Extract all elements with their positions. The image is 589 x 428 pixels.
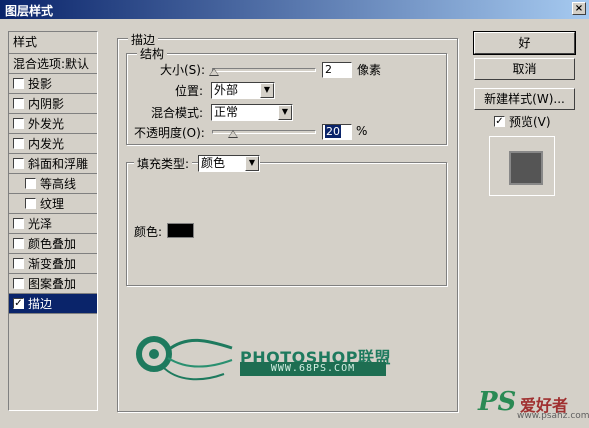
checkbox-icon[interactable] xyxy=(13,258,24,269)
style-item-label: 纹理 xyxy=(40,197,65,211)
opacity-input-value: 20 xyxy=(325,125,341,138)
style-item[interactable]: 内发光 xyxy=(9,134,97,154)
style-item[interactable]: 光泽 xyxy=(9,214,97,234)
checkbox-icon[interactable] xyxy=(13,218,24,229)
size-label: 大小(S): xyxy=(160,63,206,77)
watermark-ps: PS xyxy=(478,387,517,417)
style-list-header: 样式 xyxy=(9,32,97,54)
style-item-label: 描边 xyxy=(28,297,53,311)
checkbox-icon[interactable] xyxy=(13,78,24,89)
style-item[interactable]: 投影 xyxy=(9,74,97,94)
title-bar: 图层样式 × xyxy=(0,0,589,19)
fill-type-select[interactable]: 颜色 ▼ xyxy=(198,155,260,172)
opacity-slider-thumb[interactable] xyxy=(227,130,238,138)
checkbox-icon[interactable] xyxy=(13,238,24,249)
size-unit: 像素 xyxy=(357,63,382,77)
style-item-label: 颜色叠加 xyxy=(28,237,77,251)
position-select[interactable]: 外部 ▼ xyxy=(211,82,275,99)
blend-mode-label: 混合模式: xyxy=(151,106,204,120)
chevron-down-icon[interactable]: ▼ xyxy=(260,83,274,98)
blend-mode-select[interactable]: 正常 ▼ xyxy=(211,104,293,121)
position-label: 位置: xyxy=(175,84,204,98)
blend-options-item[interactable]: 混合选项:默认 xyxy=(9,54,97,74)
preview-check-icon[interactable]: ✓ xyxy=(494,116,505,127)
size-input[interactable]: 2 xyxy=(322,62,352,78)
checkbox-icon[interactable]: ✓ xyxy=(13,298,24,309)
style-preview xyxy=(489,136,555,196)
opacity-input[interactable]: 20 xyxy=(322,124,352,140)
chevron-down-icon[interactable]: ▼ xyxy=(245,156,259,171)
watermark-url: www.psahz.com xyxy=(517,411,589,421)
blend-mode-select-value: 正常 xyxy=(214,105,239,119)
checkbox-icon[interactable] xyxy=(13,118,24,129)
checkbox-icon[interactable] xyxy=(13,158,24,169)
style-item[interactable]: 渐变叠加 xyxy=(9,254,97,274)
logo-url: WWW.68PS.COM xyxy=(240,362,386,376)
ok-button[interactable]: 好 xyxy=(473,31,576,55)
style-item[interactable]: 斜面和浮雕 xyxy=(9,154,97,174)
style-item[interactable]: ✓ 描边 xyxy=(9,294,97,314)
fill-type-label: 填充类型: xyxy=(134,155,193,172)
size-slider-track[interactable] xyxy=(212,68,316,72)
new-style-button[interactable]: 新建样式(W)... xyxy=(474,88,575,110)
size-slider-thumb[interactable] xyxy=(209,68,220,76)
checkbox-icon[interactable] xyxy=(13,138,24,149)
opacity-unit: % xyxy=(356,124,368,138)
style-item[interactable]: 内阴影 xyxy=(9,94,97,114)
logo-icon xyxy=(136,336,233,381)
checkbox-icon[interactable] xyxy=(13,278,24,289)
fill-type-select-value: 颜色 xyxy=(201,156,226,170)
style-item[interactable]: 图案叠加 xyxy=(9,274,97,294)
preview-label: 预览(V) xyxy=(509,115,551,129)
style-item[interactable]: 颜色叠加 xyxy=(9,234,97,254)
style-item-label: 内发光 xyxy=(28,137,65,151)
checkbox-icon[interactable] xyxy=(25,198,36,209)
close-button[interactable]: × xyxy=(572,2,586,15)
style-list: 样式 混合选项:默认 投影内阴影外发光内发光斜面和浮雕等高线纹理光泽颜色叠加渐变… xyxy=(8,31,98,411)
style-item-label: 图案叠加 xyxy=(28,277,77,291)
style-item-label: 投影 xyxy=(28,77,53,91)
position-select-value: 外部 xyxy=(214,83,239,97)
preview-swatch xyxy=(509,151,543,185)
checkbox-icon[interactable] xyxy=(13,98,24,109)
style-item-label: 光泽 xyxy=(28,217,53,231)
style-item-label: 外发光 xyxy=(28,117,65,131)
style-item-label: 渐变叠加 xyxy=(28,257,77,271)
style-item[interactable]: 外发光 xyxy=(9,114,97,134)
checkbox-icon[interactable] xyxy=(25,178,36,189)
style-item-label: 斜面和浮雕 xyxy=(28,157,89,171)
window-title: 图层样式 xyxy=(5,4,54,18)
style-item-label: 内阴影 xyxy=(28,97,65,111)
structure-group-title: 结构 xyxy=(137,45,168,62)
color-label: 颜色: xyxy=(134,225,163,239)
style-item-label: 等高线 xyxy=(40,177,77,191)
cancel-button[interactable]: 取消 xyxy=(474,58,575,80)
style-item[interactable]: 等高线 xyxy=(9,174,97,194)
preview-checkbox[interactable]: ✓ 预览(V) xyxy=(494,113,551,130)
chevron-down-icon[interactable]: ▼ xyxy=(278,105,292,120)
style-item[interactable]: 纹理 xyxy=(9,194,97,214)
opacity-label: 不透明度(O): xyxy=(134,126,205,140)
color-swatch[interactable] xyxy=(167,223,194,238)
